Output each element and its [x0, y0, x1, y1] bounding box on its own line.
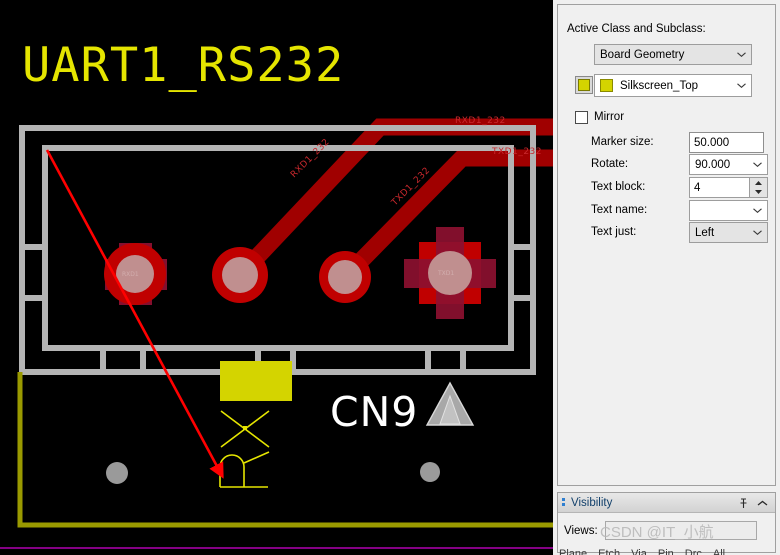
annotation-arrow — [45, 149, 224, 479]
stepper-down-icon[interactable] — [750, 188, 767, 198]
subclass-combobox[interactable]: Silkscreen_Top — [594, 74, 752, 97]
text-just-combobox[interactable]: Left — [689, 222, 768, 243]
marker-size-label: Marker size: — [591, 136, 654, 148]
silkscreen-dshape — [219, 451, 270, 488]
visibility-panel-title: Visibility — [571, 496, 613, 509]
subclass-value: Silkscreen_Top — [620, 79, 698, 92]
vis-btn-drc[interactable]: Drc — [685, 548, 702, 555]
text-block-input[interactable]: 4 — [689, 177, 750, 198]
pad-3 — [319, 251, 371, 303]
subclass-color-icon — [600, 79, 613, 92]
text-block-stepper[interactable] — [749, 177, 768, 198]
right-dock: Active Class and Subclass: Board Geometr… — [553, 0, 780, 555]
trace-label-txd1-top: TXD1_232 — [492, 147, 542, 157]
text-just-label: Text just: — [591, 226, 637, 238]
mounting-holes — [106, 462, 440, 484]
board-silkscreen-title: UART1_RS232 — [22, 38, 345, 93]
stepper-up-icon[interactable] — [750, 178, 767, 188]
views-row: Views: — [564, 521, 757, 540]
text-block-label: Text block: — [591, 181, 646, 193]
silkscreen-graphics — [219, 361, 292, 488]
chevron-down-icon — [747, 201, 767, 220]
chevron-down-icon — [731, 45, 751, 64]
subclass-color-swatch-button[interactable] — [575, 76, 593, 94]
rotate-value: 90.000 — [695, 158, 731, 171]
options-panel: Active Class and Subclass: Board Geometr… — [557, 4, 776, 486]
vis-btn-via[interactable]: Via — [631, 548, 647, 555]
text-name-combobox[interactable] — [689, 200, 768, 221]
pin-icon[interactable] — [737, 497, 749, 509]
active-class-header: Active Class and Subclass: — [567, 23, 706, 35]
visibility-bottom-buttons[interactable]: Plane Etch Via Pin Drc All — [557, 548, 778, 555]
chevron-down-icon — [747, 155, 767, 174]
mirror-checkbox[interactable] — [575, 111, 588, 124]
color-swatch-icon — [578, 79, 590, 91]
silkscreen-filled-rect — [220, 361, 292, 401]
views-label: Views: — [564, 524, 598, 537]
rotate-combobox[interactable]: 90.000 — [689, 154, 768, 175]
rotate-label: Rotate: — [591, 158, 629, 170]
views-combobox[interactable] — [604, 521, 757, 540]
orientation-triangle-icon — [425, 381, 475, 426]
mirror-label: Mirror — [594, 111, 625, 123]
pad-label-rxd1: RXD1 — [122, 271, 139, 278]
vis-btn-plane[interactable]: Plane — [559, 548, 587, 555]
connector-designator: CN9 — [330, 388, 419, 436]
visibility-panel: Visibility Views: — [557, 492, 776, 553]
silkscreen-cross — [220, 410, 270, 448]
vis-btn-pin[interactable]: Pin — [658, 548, 674, 555]
pad-2 — [212, 247, 268, 303]
trace-label-rxd1-top: RXD1_232 — [455, 116, 506, 126]
text-just-value: Left — [695, 226, 715, 239]
vis-btn-all[interactable]: All — [713, 548, 725, 555]
marker-size-input[interactable]: 50.000 — [689, 132, 764, 153]
chevron-up-icon[interactable] — [756, 497, 768, 509]
visibility-panel-header[interactable]: Visibility — [558, 493, 775, 513]
text-name-label: Text name: — [591, 204, 648, 216]
vis-btn-etch[interactable]: Etch — [598, 548, 620, 555]
panel-grip-icon — [562, 498, 565, 507]
pad-label-txd1: TXD1 — [438, 270, 455, 277]
chevron-down-icon — [747, 223, 767, 242]
active-class-value: Board Geometry — [600, 48, 685, 61]
pcb-canvas[interactable]: UART1_RS232 CN9 RXD1_232 TXD1_232 RXD1_2… — [0, 0, 553, 555]
active-class-combobox[interactable]: Board Geometry — [594, 44, 752, 65]
chevron-down-icon — [731, 75, 751, 96]
